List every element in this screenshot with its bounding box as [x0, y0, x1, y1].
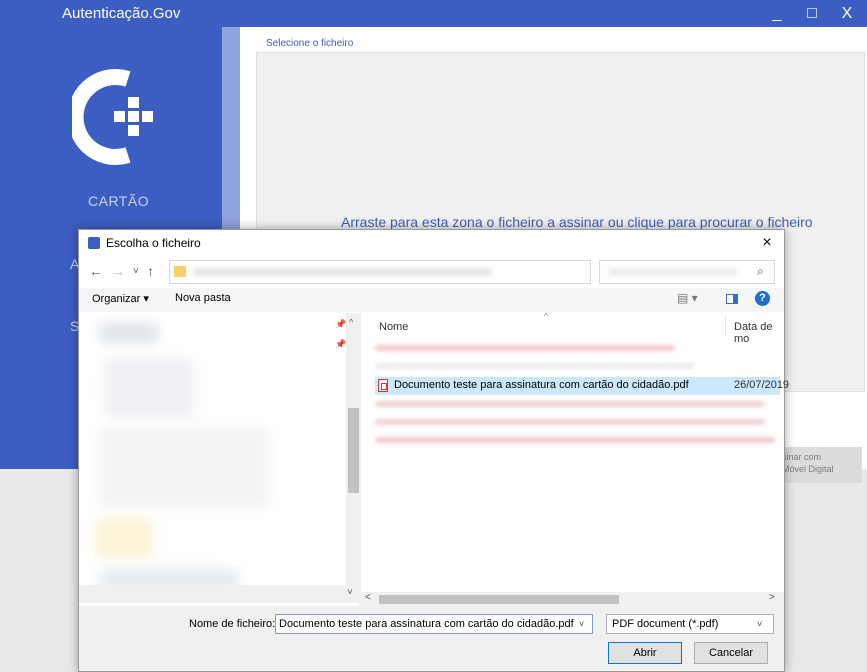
dialog-footer: Nome de ficheiro: Documento teste para a…	[79, 606, 784, 671]
dialog-close-button[interactable]: ×	[755, 234, 779, 254]
address-path	[192, 268, 492, 276]
scroll-right-icon[interactable]: >	[769, 592, 775, 603]
sidebar-item-cartao[interactable]: CARTÃO	[88, 193, 149, 209]
selected-file-row[interactable]: Documento teste para assinatura com cart…	[375, 377, 789, 395]
file-name-blurred	[375, 345, 675, 351]
list-item[interactable]	[375, 357, 780, 375]
file-type-value: PDF document (*.pdf)	[612, 618, 719, 630]
scrollbar-thumb[interactable]	[348, 408, 359, 493]
minimize-button[interactable]: _	[762, 0, 792, 27]
view-options-icon[interactable]: ▤ ▾	[677, 291, 698, 305]
list-item[interactable]	[375, 413, 780, 431]
preview-pane-icon[interactable]	[726, 294, 738, 304]
search-icon[interactable]: ⌕	[757, 264, 764, 279]
pin-icon[interactable]: 📌	[335, 339, 346, 350]
file-name-blurred	[375, 401, 765, 407]
scroll-left-icon[interactable]: <	[365, 592, 371, 603]
scroll-up-icon[interactable]: ^	[349, 317, 353, 327]
cmd-button-line2: Móvel Digital	[782, 464, 834, 474]
filename-field[interactable]: Documento teste para assinatura com cart…	[275, 614, 593, 634]
folder-icon	[174, 266, 186, 277]
app-logo	[72, 69, 153, 165]
organize-menu[interactable]: Organizar ▾	[92, 292, 149, 305]
dialog-title: Escolha o ficheiro	[106, 236, 201, 250]
forward-arrow-icon[interactable]: →	[111, 263, 125, 279]
nav-item-blurred[interactable]	[99, 323, 159, 343]
dialog-toolbar: Organizar ▾ Nova pasta ▤ ▾ ?	[79, 288, 784, 312]
file-name-blurred	[375, 437, 775, 443]
app-titlebar: Autenticação.Gov _ □ X	[0, 0, 867, 27]
column-divider[interactable]	[725, 315, 726, 337]
app-icon	[88, 237, 100, 249]
column-header-name[interactable]: Nome	[379, 321, 408, 333]
recent-locations-icon[interactable]: ˅	[133, 266, 139, 277]
back-arrow-icon[interactable]: ←	[89, 263, 103, 279]
file-date: 26/07/2019	[734, 379, 790, 391]
file-list-scrollbar[interactable]: < >	[359, 592, 784, 606]
list-item[interactable]	[375, 339, 780, 357]
navigation-pane[interactable]: 📌 📌	[79, 313, 361, 603]
filename-label: Nome de ficheiro:	[189, 618, 276, 630]
nav-item-blurred[interactable]	[104, 358, 194, 418]
file-list: ^ Nome Data de mo Documento teste para a…	[369, 311, 789, 603]
help-icon[interactable]: ?	[755, 291, 770, 306]
navigation-bar: ← → ˅ ↑ ˅ ↻ ⌕	[79, 257, 784, 287]
filename-dropdown-icon[interactable]: ˅	[579, 619, 584, 629]
navigation-pane-bottom	[79, 585, 346, 603]
file-name-blurred	[375, 363, 695, 369]
navigation-pane-scrollbar[interactable]: ^	[346, 313, 361, 603]
dialog-titlebar: Escolha o ficheiro ×	[79, 230, 784, 256]
file-name: Documento teste para assinatura com cart…	[394, 379, 689, 391]
cmd-button-line1: sinar com	[782, 452, 822, 462]
up-arrow-icon[interactable]: ↑	[147, 263, 154, 279]
pdf-file-icon	[378, 379, 388, 392]
filename-value: Documento teste para assinatura com cart…	[279, 618, 574, 630]
pin-icon[interactable]: 📌	[335, 319, 346, 330]
file-name-blurred	[375, 419, 765, 425]
new-folder-button[interactable]: Nova pasta	[175, 292, 231, 304]
sort-indicator-icon: ^	[544, 311, 549, 321]
file-type-select[interactable]: PDF document (*.pdf) ˅	[606, 614, 774, 634]
scrollbar-thumb[interactable]	[379, 595, 619, 604]
section-label: Selecione o ficheiro	[266, 38, 354, 49]
nav-item-blurred[interactable]	[94, 518, 154, 558]
app-title: Autenticação.Gov	[62, 5, 181, 22]
address-bar[interactable]: ˅ ↻	[169, 260, 674, 284]
maximize-button[interactable]: □	[797, 0, 827, 27]
list-item[interactable]	[375, 431, 780, 449]
search-input[interactable]: ⌕	[599, 260, 775, 284]
list-item[interactable]	[375, 395, 780, 413]
close-window-button[interactable]: X	[832, 0, 862, 27]
file-type-dropdown-icon[interactable]: ˅	[757, 619, 762, 629]
cancel-button[interactable]: Cancelar	[694, 642, 768, 664]
file-dialog: Escolha o ficheiro × ← → ˅ ↑ ˅ ↻ ⌕ Organ…	[78, 229, 789, 672]
open-button[interactable]: Abrir	[608, 642, 682, 664]
search-placeholder	[608, 268, 738, 276]
dropzone-text[interactable]: Arraste para esta zona o ficheiro a assi…	[341, 214, 813, 230]
nav-item-blurred[interactable]	[99, 428, 269, 508]
scroll-down-icon[interactable]: ˅	[347, 587, 353, 598]
